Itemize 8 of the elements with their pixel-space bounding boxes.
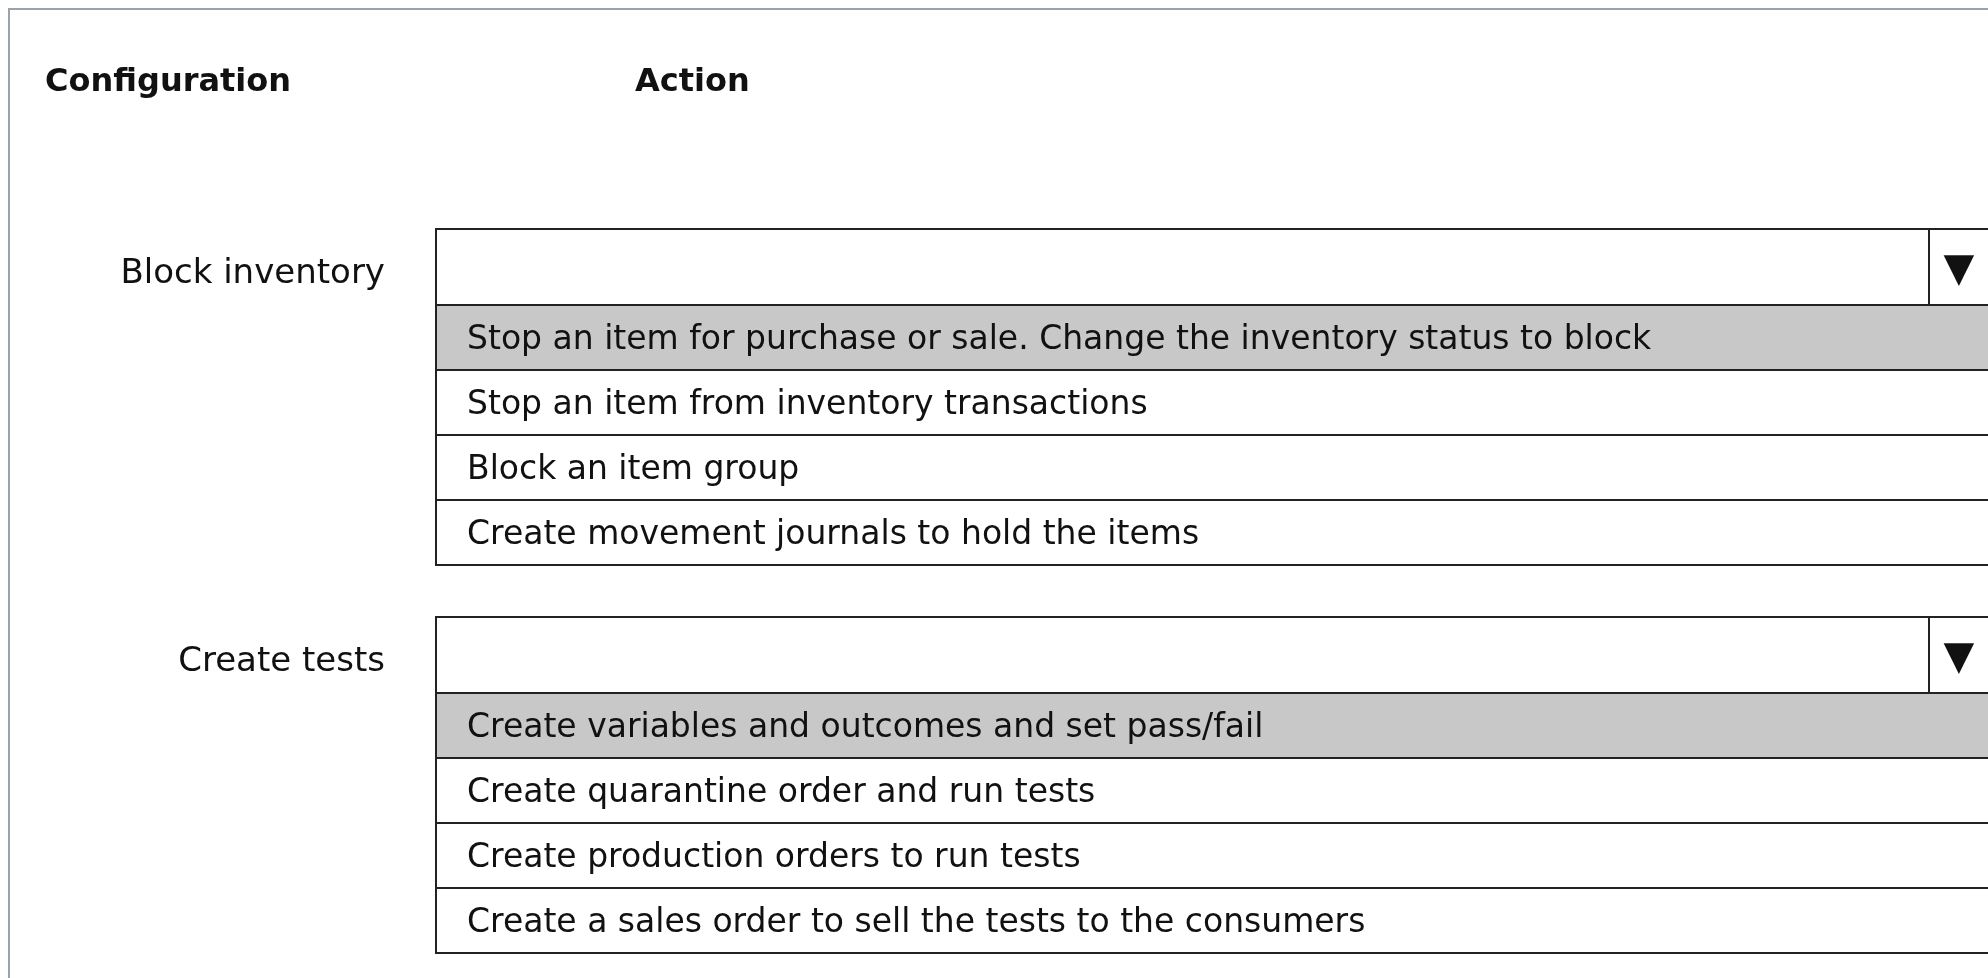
configuration-heading: Configuration [45,60,293,101]
dropdown-arrow: ▼ [1943,635,1975,675]
action-heading: Action [635,60,750,101]
configuration-label: Create tests [178,638,385,681]
dropdown-option[interactable]: Stop an item for purchase or sale. Change the inventory status to block [437,304,1988,369]
dropdown-option[interactable]: Create variables and outcomes and set pass/fail [437,692,1988,757]
dropdown-arrow: ▼ [1943,247,1975,287]
configuration-label: Block inventory [120,250,385,293]
